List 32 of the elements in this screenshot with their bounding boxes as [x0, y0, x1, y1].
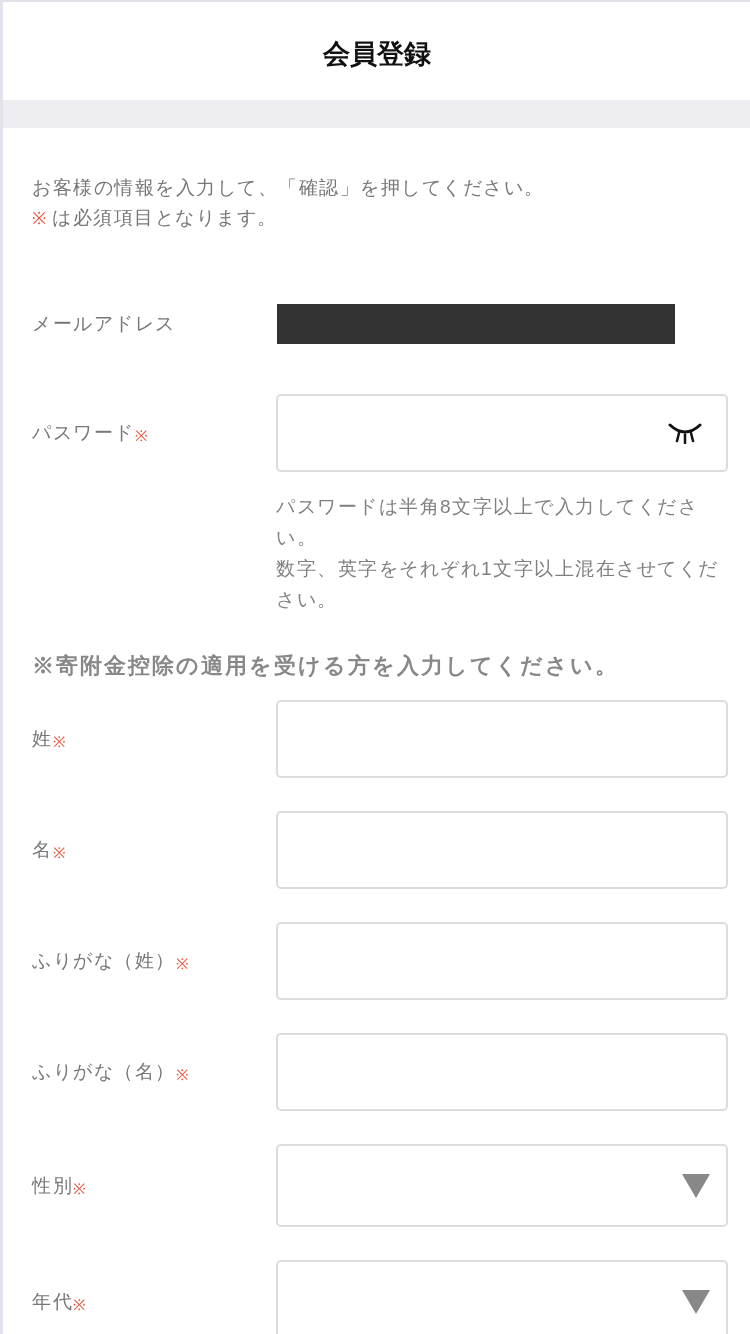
- required-mark: ※: [175, 1065, 189, 1085]
- intro-text: お客様の情報を入力して、「確認」を押してください。: [32, 176, 546, 200]
- password-hint: 数字、英字をそれぞれ1文字以上混在させてください。: [276, 557, 720, 612]
- password-hint: パスワードは半角8文字以上で入力してください。: [276, 495, 700, 550]
- required-mark: ※: [52, 843, 66, 863]
- field-label: ふりがな（名）: [32, 1060, 176, 1084]
- field-label: 名: [32, 838, 53, 862]
- password-field[interactable]: [276, 394, 728, 472]
- field-label: パスワード: [32, 421, 135, 445]
- text-field[interactable]: [276, 700, 728, 778]
- eye-closed-icon[interactable]: [668, 422, 702, 444]
- field-label: 年代: [32, 1289, 73, 1314]
- required-mark: ※: [73, 1295, 86, 1315]
- text-field[interactable]: [276, 811, 728, 889]
- dropdown-triangle-icon: [682, 1173, 710, 1198]
- section-heading: ※寄附金控除の適用を受ける方を入力してください。: [32, 652, 620, 680]
- field-label: 姓: [32, 727, 53, 751]
- required-mark: ※: [175, 954, 189, 974]
- select-field[interactable]: [276, 1260, 728, 1334]
- required-mark: ※: [134, 426, 148, 446]
- required-mark: ※: [32, 208, 46, 230]
- field-label: 性別: [32, 1173, 73, 1198]
- dropdown-triangle-icon: [682, 1289, 710, 1314]
- field-label: ふりがな（姓）: [32, 949, 176, 973]
- required-mark: ※: [52, 732, 66, 752]
- text-field[interactable]: [276, 1033, 728, 1111]
- page-title: 会員登録: [322, 37, 431, 71]
- required-note: は必須項目となります。: [52, 206, 278, 230]
- select-field[interactable]: [276, 1144, 728, 1227]
- text-field[interactable]: [276, 922, 728, 1000]
- field-label: メールアドレス: [32, 312, 176, 336]
- required-mark: ※: [73, 1179, 86, 1199]
